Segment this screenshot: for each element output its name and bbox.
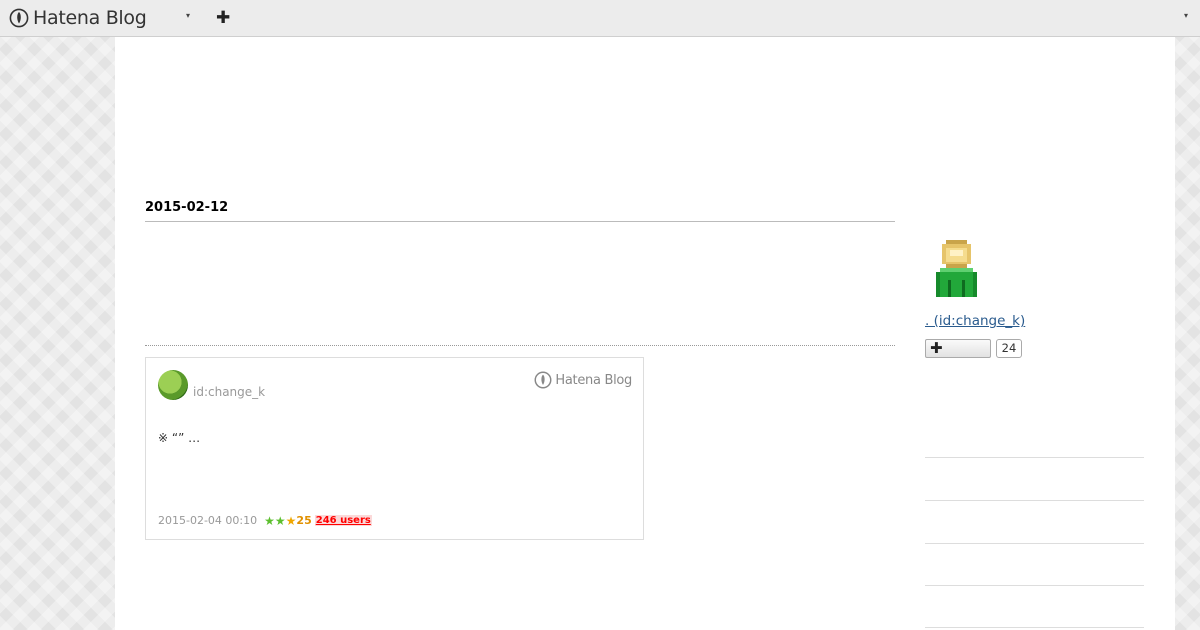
hatena-blog-logo-icon: [9, 8, 29, 28]
yellow-star-icon[interactable]: ★: [286, 515, 297, 527]
green-star-icon[interactable]: ★: [275, 515, 286, 527]
card-brand-label: Hatena Blog: [555, 372, 632, 388]
author-avatar[interactable]: [158, 370, 188, 400]
hatena-blog-logo[interactable]: Hatena Blog: [9, 7, 147, 29]
plus-icon: ✚: [930, 339, 943, 357]
bookmark-users-badge[interactable]: 246 users: [314, 515, 372, 526]
global-header: Hatena Blog ▾ ✚ ▾: [0, 0, 1200, 37]
sidebar-divider: [925, 500, 1144, 501]
brand-name: Hatena Blog: [33, 7, 147, 29]
blog-main-content: 2015-02-12 id:change_k Hatena Blog ※ “” …: [115, 37, 1175, 630]
sidebar-divider: [925, 543, 1144, 544]
add-entry-plus-icon[interactable]: ✚: [216, 8, 230, 28]
green-star-icon[interactable]: ★: [264, 515, 275, 527]
card-brand[interactable]: Hatena Blog: [534, 371, 632, 389]
entry-excerpt: ※ “” …: [158, 431, 201, 445]
entry-date: 2015-02-04 00:10: [158, 514, 258, 527]
archive-date-heading[interactable]: 2015-02-12: [145, 200, 895, 222]
follow-button[interactable]: ✚: [925, 339, 991, 358]
sidebar-divider: [925, 585, 1144, 586]
blog-embed-card[interactable]: id:change_k Hatena Blog ※ “” … 2015-02-0…: [145, 357, 644, 540]
author-id-link[interactable]: id:change_k: [193, 385, 265, 399]
sidebar-divider: [925, 627, 1144, 628]
hatena-blog-mark-icon: [534, 371, 552, 389]
profile-link[interactable]: . (id:change_k): [925, 313, 1025, 329]
sidebar-divider: [925, 457, 1144, 458]
card-footer: 2015-02-04 00:10 ★ ★ ★ 25 246 users: [158, 514, 372, 527]
entry-divider: [145, 345, 895, 346]
profile-pixel-avatar-icon[interactable]: [936, 240, 977, 297]
user-menu-caret-icon[interactable]: ▾: [1184, 11, 1188, 20]
follower-count: 24: [996, 339, 1022, 358]
blog-menu-caret-icon[interactable]: ▾: [186, 11, 190, 20]
star-count[interactable]: 25: [296, 514, 311, 527]
